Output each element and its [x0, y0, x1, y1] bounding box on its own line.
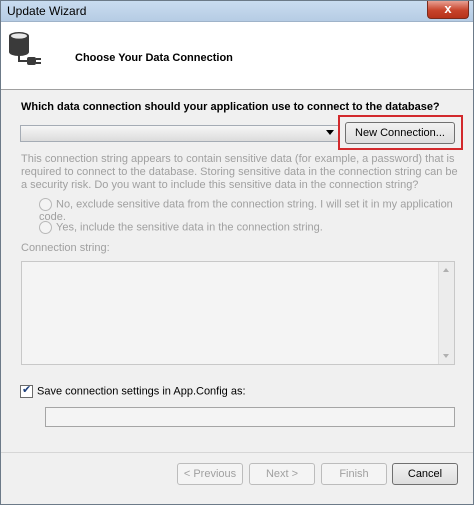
checkmark-icon: ✔	[22, 384, 32, 396]
save-settings-checkbox[interactable]: ✔	[20, 384, 33, 398]
radio-exclude-label: No, exclude sensitive data from the conn…	[39, 198, 453, 223]
sensitive-data-notice: This connection string appears to contai…	[21, 153, 458, 191]
close-button[interactable]: x	[427, 1, 469, 19]
save-settings-row[interactable]: ✔ Save connection settings in App.Config …	[20, 384, 246, 398]
connection-string-scrollbar[interactable]	[438, 262, 454, 364]
radio-include-label: Yes, include the sensitive data in the c…	[56, 221, 323, 234]
title-bar[interactable]: Update Wizard x	[1, 1, 473, 22]
page-title: Choose Your Data Connection	[75, 52, 233, 64]
save-settings-label: Save connection settings in App.Config a…	[37, 385, 246, 398]
radio-exclude-sensitive[interactable]: No, exclude sensitive data from the conn…	[39, 198, 473, 223]
radio-button[interactable]	[39, 198, 52, 211]
connection-string-label: Connection string:	[21, 242, 110, 254]
next-button[interactable]: Next >	[249, 463, 315, 485]
previous-button[interactable]: < Previous	[177, 463, 243, 485]
radio-button[interactable]	[39, 221, 52, 234]
finish-button[interactable]: Finish	[321, 463, 387, 485]
window-title: Update Wizard	[7, 4, 87, 18]
database-plug-icon	[9, 32, 41, 65]
radio-include-sensitive[interactable]: Yes, include the sensitive data in the c…	[39, 221, 323, 234]
wizard-header: Choose Your Data Connection	[1, 22, 473, 90]
new-connection-button[interactable]: New Connection...	[345, 122, 455, 144]
wizard-window: Update Wizard x Choose Your Data Connect…	[0, 0, 474, 505]
chevron-down-icon[interactable]	[326, 130, 334, 135]
connection-dropdown[interactable]	[20, 125, 339, 142]
close-icon: x	[444, 1, 452, 16]
config-name-input[interactable]	[45, 407, 455, 427]
connection-string-textbox[interactable]	[21, 261, 455, 365]
connection-question: Which data connection should your applic…	[21, 101, 440, 113]
button-separator	[1, 452, 473, 453]
scroll-up-icon[interactable]	[443, 268, 449, 272]
scroll-down-icon[interactable]	[443, 354, 449, 358]
cancel-button[interactable]: Cancel	[392, 463, 458, 485]
